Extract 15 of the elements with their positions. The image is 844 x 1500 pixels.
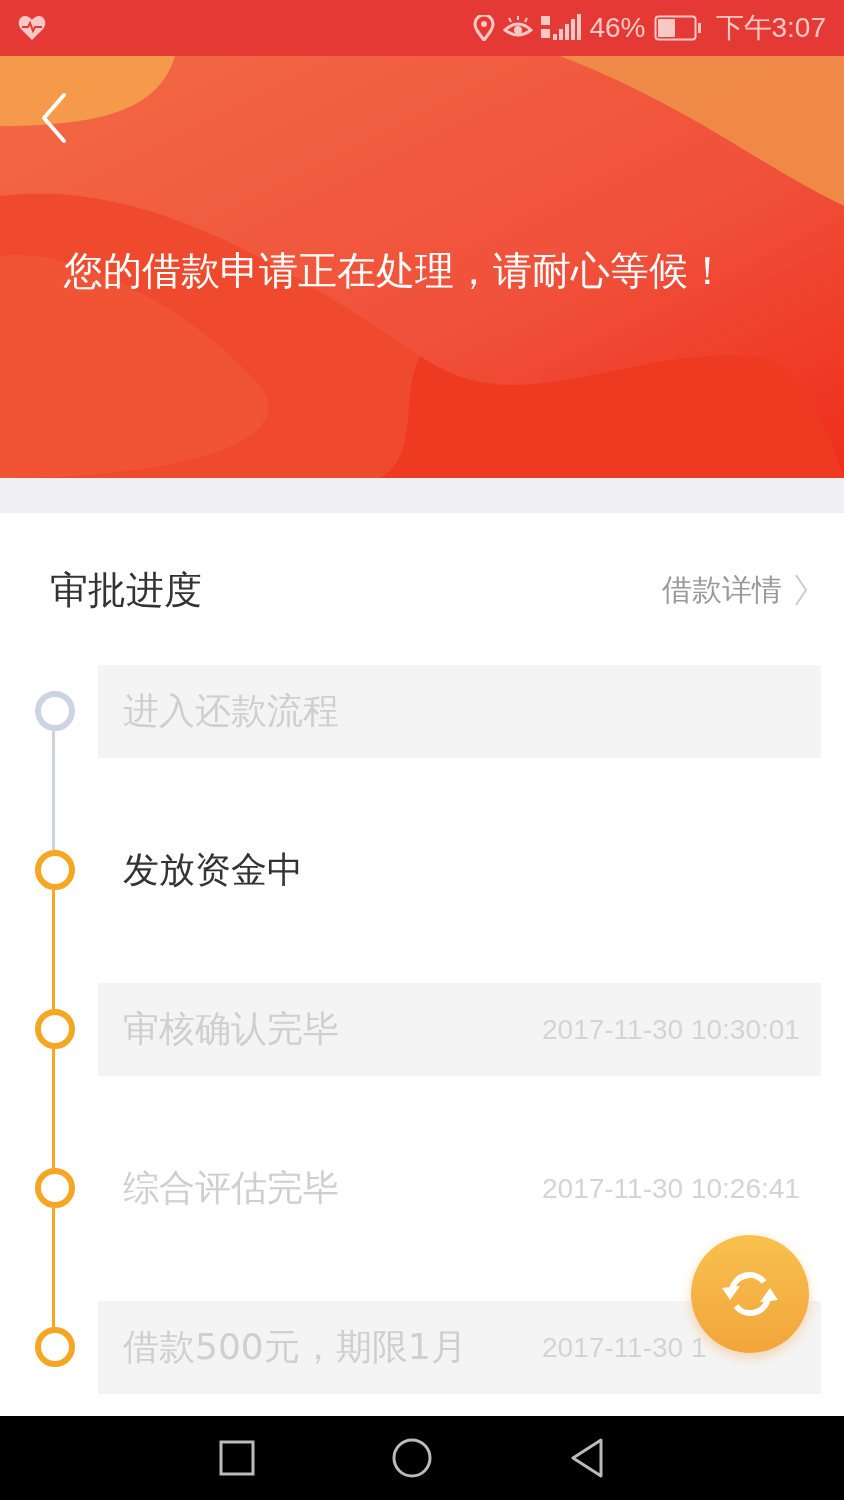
home-icon[interactable]	[392, 1438, 432, 1478]
status-time: 下午3:07	[715, 11, 826, 45]
battery-percentage: 46%	[589, 12, 646, 44]
battery-icon	[653, 15, 702, 41]
step-label: 发放资金中	[123, 848, 303, 892]
status-message: 您的借款申请正在处理，请耐心等候！	[64, 247, 727, 295]
signal-icon	[541, 14, 582, 42]
location-icon	[473, 15, 496, 41]
recent-apps-icon[interactable]	[218, 1440, 255, 1476]
loan-details-link[interactable]: 借款详情	[662, 569, 808, 611]
heart-rate-icon	[18, 15, 46, 41]
back-icon[interactable]	[40, 92, 68, 144]
chevron-icon	[794, 573, 808, 607]
back-nav-icon[interactable]	[569, 1438, 606, 1478]
section-title: 审批进度	[50, 566, 202, 614]
